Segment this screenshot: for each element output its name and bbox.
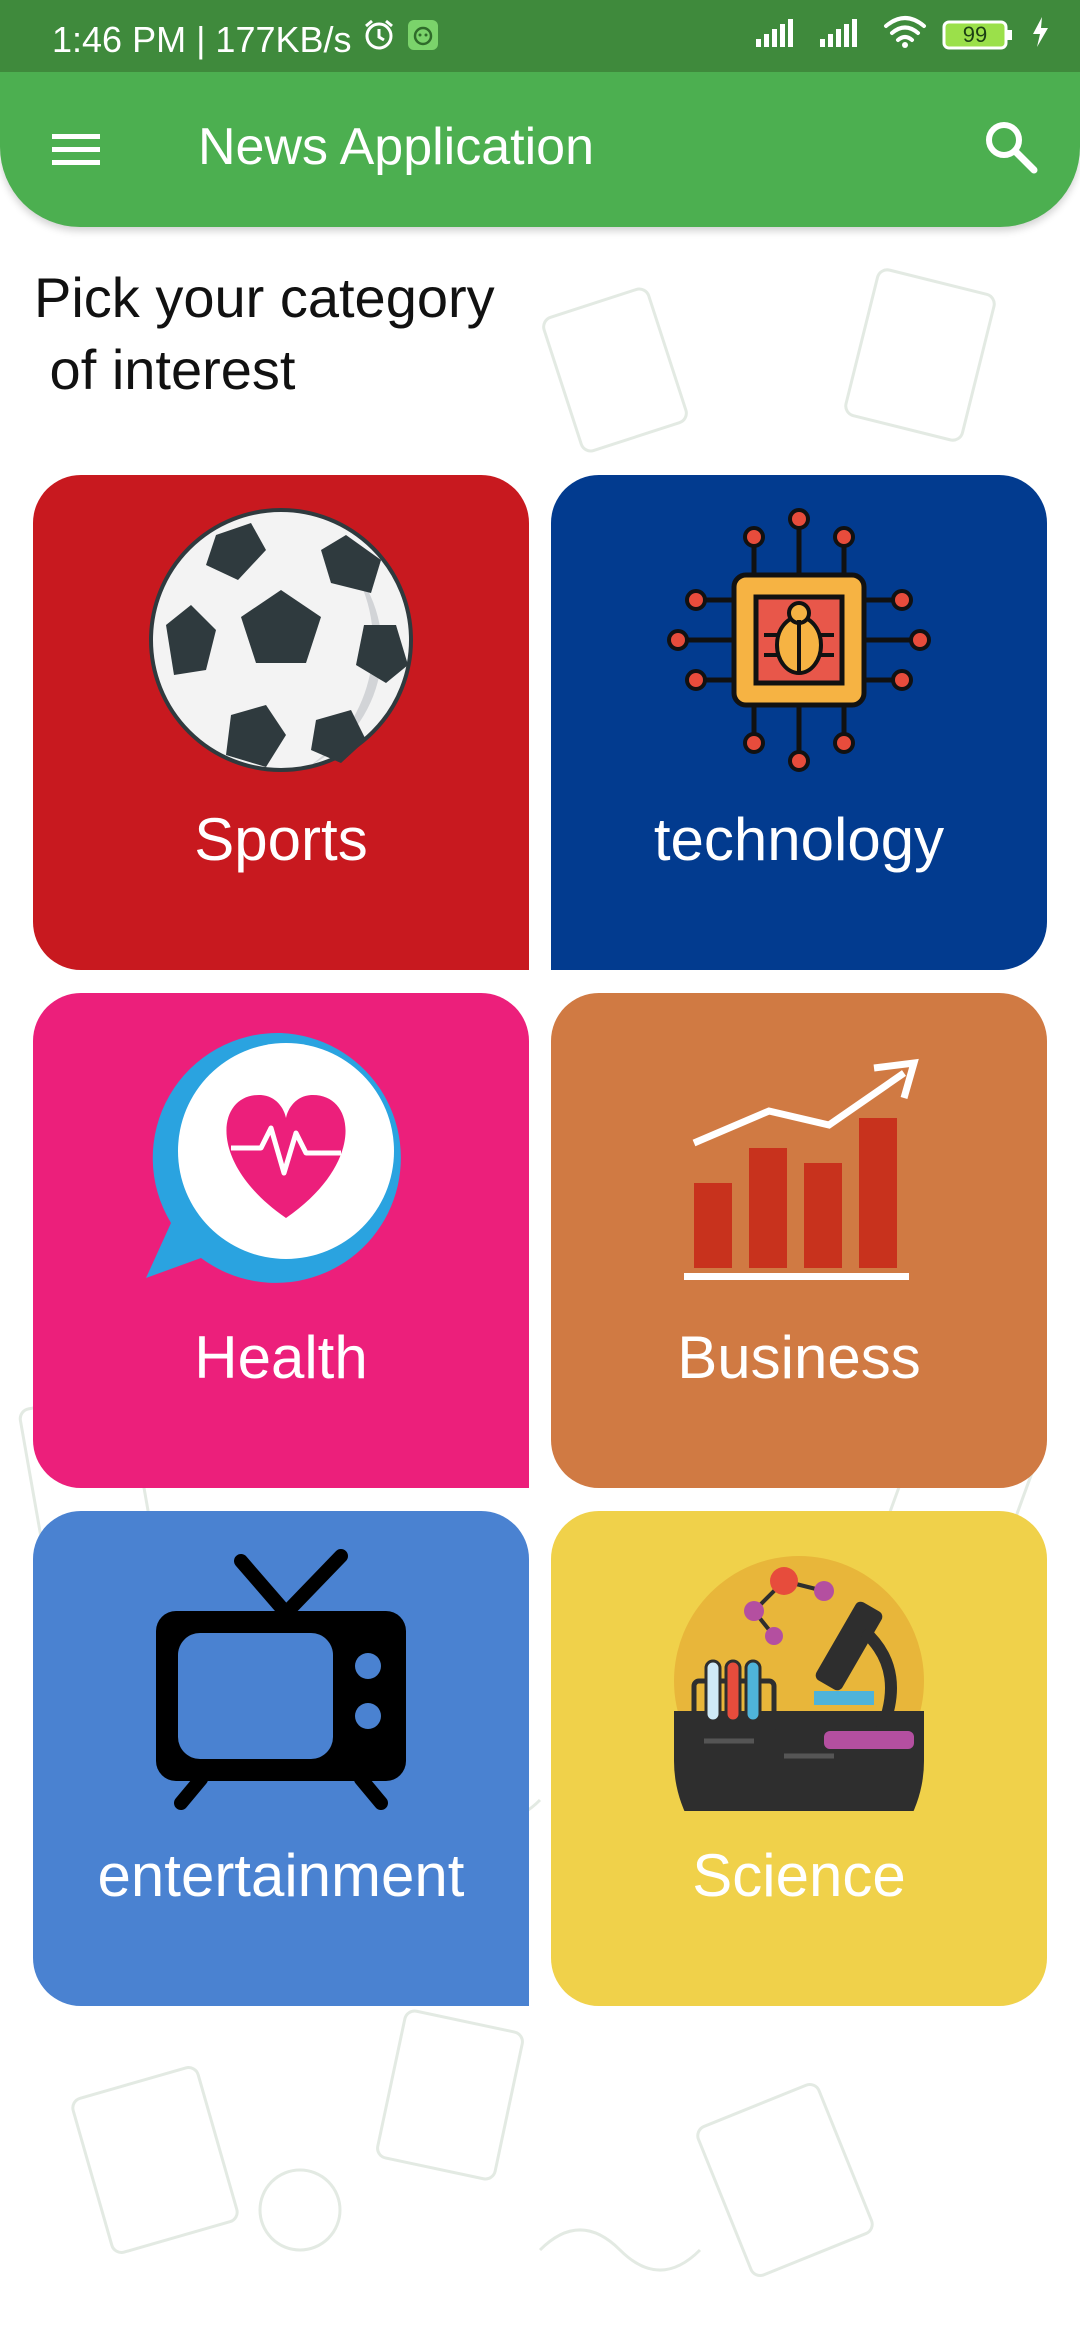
status-time-speed: 1:46 PM | 177KB/s xyxy=(52,18,352,60)
category-tile-technology[interactable]: technology xyxy=(551,475,1047,970)
category-label: entertainment xyxy=(97,1842,465,1909)
category-tile-business[interactable]: Business xyxy=(551,993,1047,1488)
category-label: technology xyxy=(653,806,945,873)
status-right: 99 xyxy=(754,14,1050,55)
category-tile-entertainment[interactable]: entertainment xyxy=(33,1511,529,2006)
page-heading: Pick your category of interest xyxy=(34,266,495,401)
app-bar: News Application xyxy=(0,72,1080,227)
alarm-icon xyxy=(362,18,396,61)
category-tile-health[interactable]: Health xyxy=(33,993,529,1488)
hamburger-menu-icon[interactable] xyxy=(48,122,104,178)
signal-icon xyxy=(754,15,804,54)
science-lab-icon xyxy=(674,1556,924,1811)
category-tile-sports[interactable]: Sports xyxy=(33,475,529,970)
category-label: Health xyxy=(194,1324,368,1391)
chip-bug-icon xyxy=(667,508,931,772)
heart-chat-icon xyxy=(146,1032,401,1283)
category-label: Business xyxy=(677,1324,921,1391)
search-icon[interactable] xyxy=(980,116,1040,176)
battery-icon: 99 xyxy=(942,18,1016,52)
app-notification-icon xyxy=(406,18,440,61)
category-label: Sports xyxy=(194,806,368,873)
tv-icon xyxy=(156,1549,406,1810)
signal-icon-2 xyxy=(818,15,868,54)
status-bar: 1:46 PM | 177KB/s 99 xyxy=(0,0,1080,72)
bar-chart-growth-icon xyxy=(684,1058,919,1280)
category-tile-science[interactable]: Science xyxy=(551,1511,1047,2006)
status-left: 1:46 PM | 177KB/s xyxy=(52,18,440,61)
battery-level: 99 xyxy=(962,21,988,47)
wifi-icon xyxy=(882,14,928,55)
soccer-ball-icon xyxy=(149,508,413,772)
category-label: Science xyxy=(692,1842,906,1909)
app-title: News Application xyxy=(198,118,594,176)
charging-icon xyxy=(1030,15,1050,54)
